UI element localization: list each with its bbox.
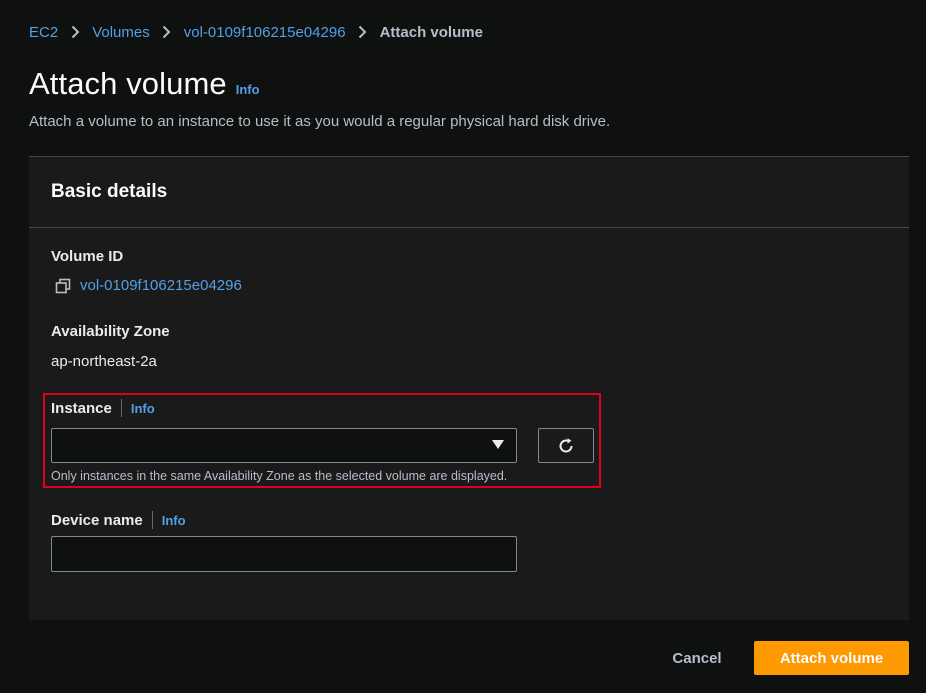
attach-volume-button[interactable]: Attach volume bbox=[754, 641, 909, 675]
instance-constraint-text: Only instances in the same Availability … bbox=[51, 469, 508, 483]
cancel-button[interactable]: Cancel bbox=[658, 641, 736, 675]
breadcrumb-volume-id[interactable]: vol-0109f106215e04296 bbox=[184, 24, 346, 41]
device-name-info-link[interactable]: Info bbox=[162, 513, 186, 528]
breadcrumb-ec2[interactable]: EC2 bbox=[29, 24, 58, 41]
chevron-right-icon bbox=[64, 25, 86, 39]
panel-header: Basic details bbox=[29, 157, 909, 228]
instance-label-row: Instance Info bbox=[51, 399, 155, 417]
instance-info-link[interactable]: Info bbox=[131, 401, 155, 416]
page-title: Attach volume bbox=[29, 66, 227, 101]
volume-id-link[interactable]: vol-0109f106215e04296 bbox=[55, 277, 242, 294]
refresh-icon bbox=[559, 437, 573, 452]
page-info-link[interactable]: Info bbox=[236, 82, 260, 97]
chevron-right-icon bbox=[352, 25, 374, 39]
volume-id-value[interactable]: vol-0109f106215e04296 bbox=[80, 277, 242, 294]
volume-id-label: Volume ID bbox=[51, 248, 124, 265]
caret-down-icon bbox=[492, 440, 504, 449]
device-name-label-row: Device name Info bbox=[51, 511, 186, 529]
copy-icon[interactable] bbox=[55, 278, 71, 294]
breadcrumb: EC2 Volumes vol-0109f106215e04296 Attach… bbox=[29, 22, 483, 42]
page-header: Attach volume Info bbox=[29, 66, 260, 102]
availability-zone-label: Availability Zone bbox=[51, 323, 170, 340]
panel-title: Basic details bbox=[51, 181, 168, 202]
device-name-input[interactable] bbox=[51, 536, 517, 572]
instance-label: Instance bbox=[51, 399, 112, 417]
chevron-right-icon bbox=[156, 25, 178, 39]
label-divider bbox=[151, 511, 153, 529]
availability-zone-value: ap-northeast-2a bbox=[51, 353, 157, 370]
breadcrumb-current: Attach volume bbox=[379, 23, 483, 41]
device-name-label: Device name bbox=[51, 511, 143, 529]
instance-select[interactable] bbox=[51, 428, 517, 463]
label-divider bbox=[120, 399, 122, 417]
breadcrumb-volumes[interactable]: Volumes bbox=[92, 24, 150, 41]
refresh-button[interactable] bbox=[538, 428, 594, 463]
page-description: Attach a volume to an instance to use it… bbox=[29, 113, 611, 130]
basic-details-panel: Basic details Volume ID vol-0109f106215e… bbox=[29, 156, 909, 620]
